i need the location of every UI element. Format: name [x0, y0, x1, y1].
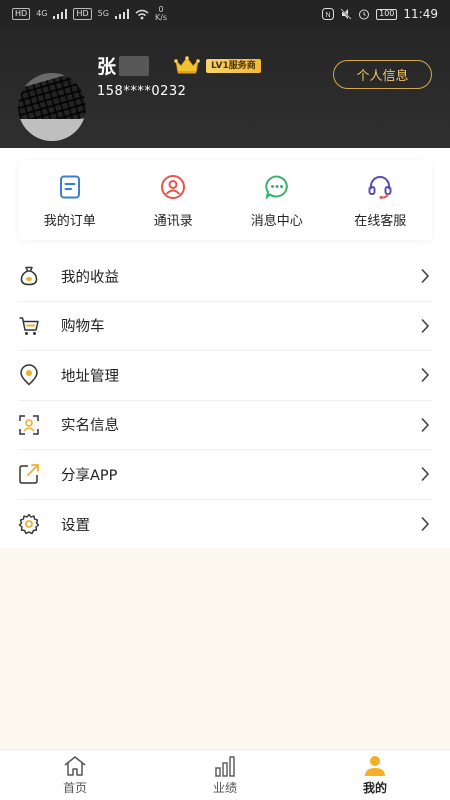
cart-icon [19, 317, 39, 335]
chevron-right-icon [421, 269, 430, 284]
menu-list: 我的收益 购物车 地址管理 实名信息 分享APP 设置 [0, 252, 450, 549]
quick-online-service[interactable]: 在线客服 [329, 160, 433, 240]
chevron-right-icon [421, 368, 430, 383]
menu-address[interactable]: 地址管理 [18, 351, 432, 401]
network-chip: HD [73, 8, 92, 20]
quick-contacts[interactable]: 通讯录 [122, 160, 226, 240]
user-name: 张 [97, 52, 150, 79]
signal-icon [114, 9, 129, 19]
chevron-right-icon [421, 417, 430, 432]
chevron-right-icon [421, 318, 430, 333]
nfc-icon: N [322, 8, 335, 20]
net-speed-unit: K/s [154, 13, 168, 22]
user-name-text: 张 [97, 56, 118, 78]
tab-mine[interactable]: 我的 [300, 750, 450, 800]
menu-cart[interactable]: 购物车 [18, 302, 432, 351]
wifi-icon [135, 9, 149, 19]
menu-settings[interactable]: 设置 [18, 500, 432, 550]
quick-label: 消息中心 [250, 214, 303, 229]
status-right: N 100 11:49 [322, 7, 438, 21]
chevron-right-icon [421, 517, 430, 532]
svg-text:N: N [326, 12, 331, 19]
mute-icon [340, 8, 352, 20]
quick-label: 在线客服 [354, 214, 407, 229]
signal-label: 5G [97, 9, 109, 18]
contacts-icon [161, 175, 186, 199]
menu-my-earnings[interactable]: 我的收益 [18, 252, 432, 302]
menu-label: 购物车 [61, 319, 105, 336]
menu-label: 我的收益 [61, 269, 119, 286]
share-icon [19, 464, 39, 484]
quick-message-center[interactable]: 消息中心 [225, 160, 329, 240]
profile-icon [365, 755, 385, 776]
menu-share-app[interactable]: 分享APP [18, 450, 432, 500]
battery-level: 100 [379, 9, 395, 18]
menu-label: 分享APP [61, 467, 118, 484]
tab-label: 我的 [362, 780, 387, 795]
menu-label: 实名信息 [61, 418, 119, 435]
signal-icon [53, 9, 68, 19]
net-speed: 0 K/s [155, 6, 167, 22]
quick-label: 我的订单 [43, 214, 96, 229]
order-icon [59, 175, 80, 199]
tab-performance[interactable]: 业绩 [150, 750, 300, 800]
signal-label: 4G [36, 9, 48, 18]
network-chip: HD [12, 8, 31, 20]
tab-home[interactable]: 首页 [0, 750, 150, 800]
id-scan-icon [19, 415, 39, 435]
avatar[interactable] [18, 73, 86, 141]
menu-label: 地址管理 [61, 368, 119, 385]
headset-icon [368, 176, 392, 199]
menu-label: 设置 [61, 517, 90, 534]
menu-real-name[interactable]: 实名信息 [18, 401, 432, 450]
battery-icon: 100 [376, 8, 398, 20]
quick-my-orders[interactable]: 我的订单 [18, 160, 122, 240]
avatar-image-base [18, 119, 86, 141]
quick-actions: 我的订单 通讯录 消息中心 在线客服 [18, 160, 432, 240]
home-icon [64, 755, 86, 776]
status-left: HD 4G HD 5G 0 K/s [12, 6, 167, 22]
personal-info-button[interactable]: 个人信息 [333, 60, 432, 89]
quick-label: 通讯录 [153, 214, 193, 229]
bottom-tab-bar: 首页 业绩 我的 [0, 749, 450, 800]
money-bag-icon [20, 267, 38, 286]
message-icon [265, 175, 288, 200]
tab-label: 业绩 [212, 780, 237, 795]
crown-icon [174, 56, 200, 74]
name-mask [119, 56, 150, 76]
alarm-icon [359, 9, 370, 20]
location-icon [20, 364, 38, 386]
user-phone: 158****0232 [97, 84, 187, 99]
bar-chart-icon [215, 755, 235, 777]
status-time: 11:49 [403, 7, 438, 21]
level-badge: LV1服务商 [206, 59, 261, 73]
chevron-right-icon [421, 467, 430, 482]
gear-icon [18, 514, 40, 535]
tab-label: 首页 [62, 780, 87, 795]
status-bar: HD 4G HD 5G 0 K/s N 100 11:49 [0, 0, 450, 28]
